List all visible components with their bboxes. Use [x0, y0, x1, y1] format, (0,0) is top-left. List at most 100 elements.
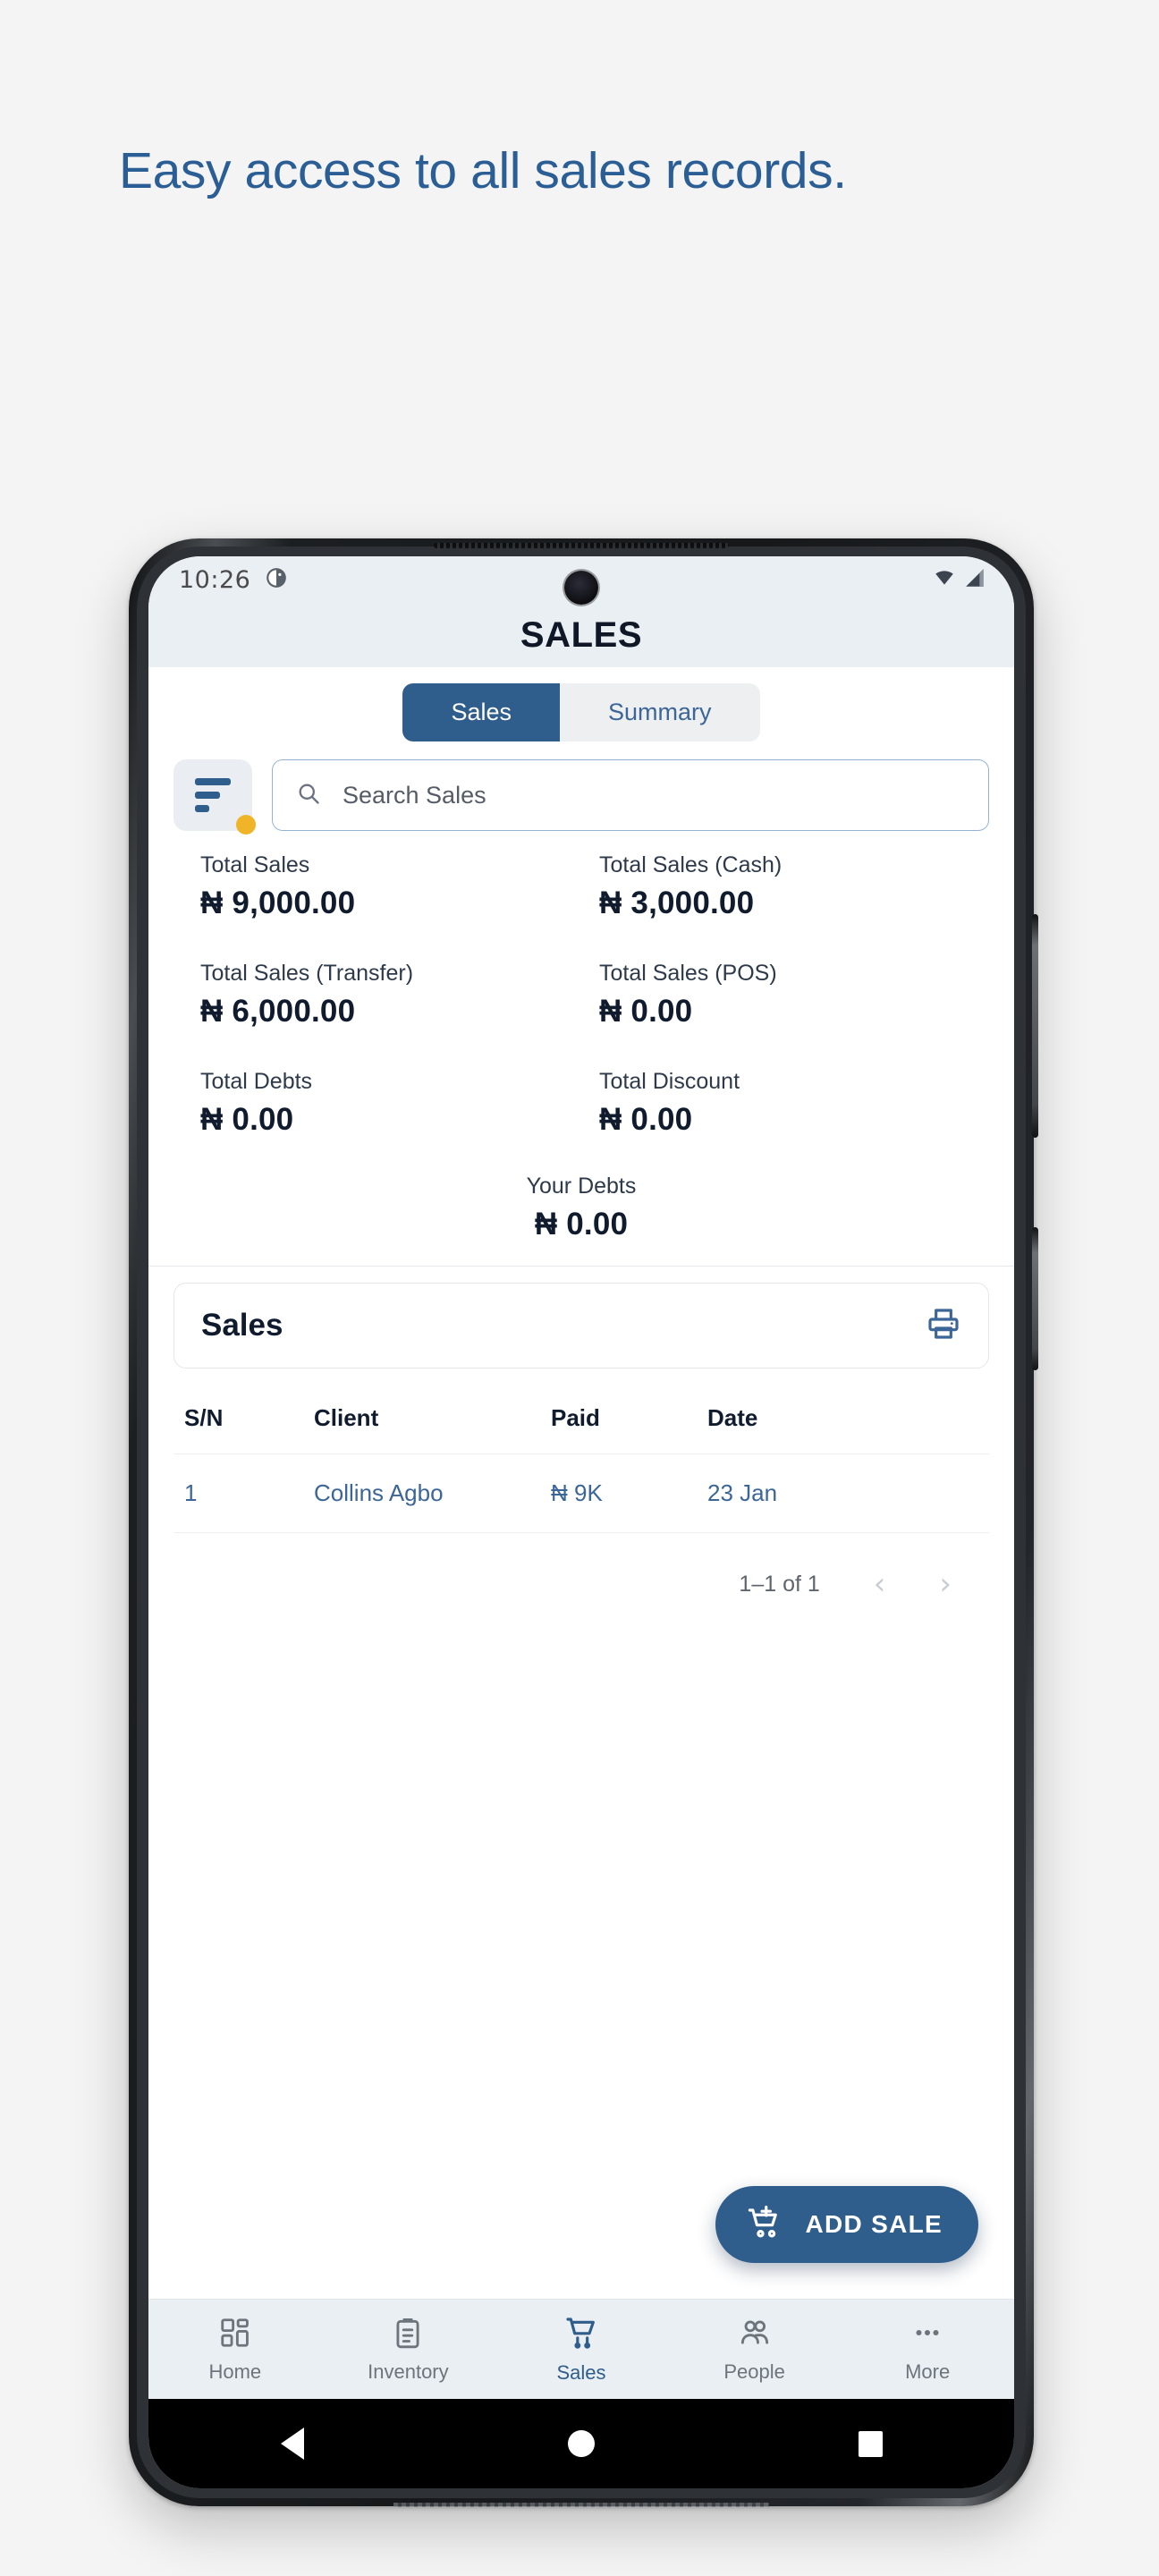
stat-label: Total Sales: [200, 852, 310, 877]
stat-value: ₦ 0.00: [200, 1102, 581, 1138]
stat-label: Total Sales (Cash): [599, 852, 783, 877]
pagination: 1–1 of 1 ‹ ›: [148, 1533, 1014, 1599]
stat-value: ₦ 0.00: [599, 1102, 989, 1138]
stat-amount: 0.00: [566, 1207, 629, 1241]
android-recents-icon[interactable]: [858, 2430, 883, 2457]
cell-date: 23 Jan: [707, 1479, 778, 1506]
sales-table: S/N Client Paid Date 1 Collins Agbo ₦ 9K…: [148, 1392, 1014, 1533]
nav-label: More: [905, 2360, 951, 2383]
tab-group: Sales Summary: [402, 683, 760, 741]
filter-active-badge: [236, 815, 256, 835]
nav-label: People: [723, 2360, 785, 2383]
stat-your-debts: Your Debts ₦ 0.00: [148, 1147, 1014, 1266]
nav-item-people[interactable]: People: [668, 2316, 842, 2384]
summary-stats-grid: Total Sales ₦ 9,000.00 Total Sales (Cash…: [148, 831, 1014, 1147]
power-button[interactable]: [1032, 1227, 1038, 1370]
printer-icon: [926, 1306, 961, 1346]
stat-value: ₦ 0.00: [148, 1207, 1014, 1242]
android-home-icon[interactable]: [567, 2430, 595, 2457]
status-bar-clock: 10:26: [179, 565, 251, 594]
screen-content: Sales Summary Search Sales Total Sales ₦…: [148, 667, 1014, 2299]
nav-item-sales[interactable]: Sales: [495, 2315, 668, 2385]
page-title: Easy access to all sales records.: [119, 142, 847, 199]
currency-symbol: ₦: [599, 994, 622, 1029]
android-back-icon[interactable]: [280, 2428, 304, 2460]
stat-label: Total Discount: [599, 1069, 740, 1094]
cell-paid: ₦ 9K: [551, 1479, 603, 1506]
nav-label: Sales: [556, 2360, 606, 2384]
bottom-speaker-grille: [393, 2503, 769, 2507]
cell-client: Collins Agbo: [314, 1479, 444, 1506]
column-header-client: Client: [314, 1404, 379, 1431]
section-divider: [148, 1266, 1014, 1267]
pagination-prev-button[interactable]: ‹: [874, 1569, 886, 1599]
table-row[interactable]: 1 Collins Agbo ₦ 9K 23 Jan: [173, 1454, 989, 1533]
search-placeholder: Search Sales: [343, 781, 486, 809]
currency-symbol: ₦: [200, 1102, 224, 1137]
stat-amount: 0.00: [232, 1102, 294, 1137]
filter-lines-icon: [195, 778, 231, 812]
stat-amount: 9,000.00: [232, 886, 356, 920]
status-bar-right: [933, 566, 987, 594]
tab-summary[interactable]: Summary: [560, 683, 760, 741]
cell-sn: 1: [184, 1479, 198, 1506]
stat-value: ₦ 9,000.00: [200, 886, 581, 921]
phone-mockup-frame: 10:26 SALES Sales Summary Search Sales T…: [129, 538, 1038, 2507]
tab-bar: Sales Summary: [148, 667, 1014, 754]
currency-symbol: ₦: [200, 994, 224, 1029]
stat-value: ₦ 6,000.00: [200, 994, 581, 1030]
shopping-cart-icon: [563, 2315, 599, 2355]
nav-label: Home: [208, 2360, 262, 2383]
stat-total-sales-cash: Total Sales (Cash) ₦ 3,000.00: [581, 852, 989, 921]
column-header-sn: S/N: [184, 1404, 224, 1431]
screenshot-capture-icon: [265, 566, 288, 594]
pagination-range: 1–1 of 1: [739, 1571, 820, 1597]
android-system-navigation: [148, 2399, 1014, 2488]
stat-total-debts: Total Debts ₦ 0.00: [173, 1069, 581, 1138]
column-header-paid: Paid: [551, 1404, 600, 1431]
nav-item-more[interactable]: More: [841, 2316, 1014, 2384]
stat-amount: 3,000.00: [630, 886, 755, 920]
ellipsis-icon: [910, 2316, 944, 2354]
table-header-row: S/N Client Paid Date: [173, 1392, 989, 1454]
stat-label: Total Debts: [200, 1069, 313, 1094]
filter-search-row: Search Sales: [148, 754, 1014, 835]
stat-total-sales-pos: Total Sales (POS) ₦ 0.00: [581, 961, 989, 1030]
front-camera-icon: [564, 571, 598, 605]
column-header-date: Date: [707, 1404, 758, 1431]
stat-total-discount: Total Discount ₦ 0.00: [581, 1069, 989, 1138]
currency-symbol: ₦: [200, 886, 224, 920]
dashboard-grid-icon: [218, 2316, 252, 2354]
stat-label: Total Sales (POS): [599, 961, 777, 986]
print-button[interactable]: [926, 1306, 961, 1346]
sales-list-card-header: Sales: [173, 1283, 989, 1368]
phone-screen: 10:26 SALES Sales Summary Search Sales T…: [148, 556, 1014, 2488]
filter-button[interactable]: [173, 759, 256, 835]
nav-item-home[interactable]: Home: [148, 2316, 322, 2384]
search-input[interactable]: Search Sales: [272, 759, 989, 831]
stat-value: ₦ 0.00: [599, 994, 989, 1030]
earpiece-grille: [434, 543, 729, 548]
stat-value: ₦ 3,000.00: [599, 886, 989, 921]
currency-symbol: ₦: [599, 886, 622, 920]
cellular-signal-icon: [964, 566, 987, 594]
app-bar-title: SALES: [520, 614, 643, 655]
stat-label: Total Sales (Transfer): [200, 961, 414, 986]
sales-card-title: Sales: [201, 1308, 283, 1343]
search-icon: [296, 781, 321, 810]
cart-plus-icon: [746, 2204, 783, 2246]
nav-item-inventory[interactable]: Inventory: [322, 2316, 495, 2384]
stat-amount: 6,000.00: [232, 994, 356, 1029]
people-icon: [738, 2316, 772, 2354]
status-bar-left: 10:26: [179, 566, 288, 594]
add-sale-button[interactable]: ADD SALE: [715, 2186, 978, 2263]
stat-amount: 0.00: [630, 1102, 693, 1137]
app-bar: SALES: [148, 603, 1014, 667]
wifi-icon: [933, 566, 956, 594]
volume-button[interactable]: [1032, 914, 1038, 1138]
tab-sales[interactable]: Sales: [402, 683, 561, 741]
stat-label: Your Debts: [526, 1174, 637, 1199]
stat-total-sales-transfer: Total Sales (Transfer) ₦ 6,000.00: [173, 961, 581, 1030]
pagination-next-button[interactable]: ›: [939, 1569, 952, 1599]
stat-amount: 0.00: [630, 994, 693, 1029]
